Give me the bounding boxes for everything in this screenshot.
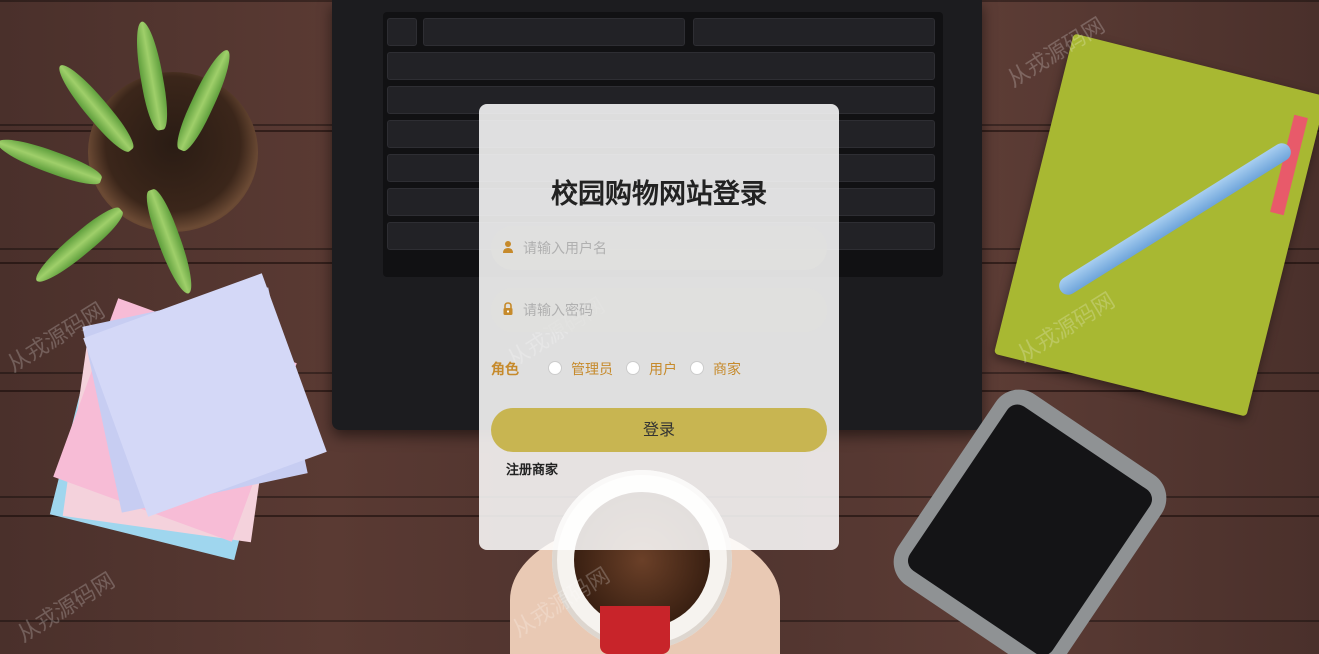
role-label-user[interactable]: 用户 xyxy=(649,359,677,379)
role-label: 角色 xyxy=(491,362,519,378)
key-shape xyxy=(387,18,417,46)
key-shape xyxy=(423,18,685,46)
login-title: 校园购物网站登录 xyxy=(551,179,767,210)
key-shape xyxy=(387,52,935,80)
lock-icon xyxy=(501,301,515,317)
role-radio-user[interactable] xyxy=(626,361,640,375)
username-field[interactable] xyxy=(491,226,827,272)
password-field[interactable] xyxy=(491,288,827,334)
phone-screen xyxy=(903,399,1157,654)
role-radio-merchant[interactable] xyxy=(690,361,704,375)
password-input[interactable] xyxy=(521,288,815,334)
login-button[interactable]: 登录 xyxy=(491,408,827,452)
register-merchant-link[interactable]: 注册商家 xyxy=(506,459,558,478)
coffee-cup-red-image xyxy=(600,606,670,654)
role-label-merchant[interactable]: 商家 xyxy=(713,359,741,379)
watermark-text: 从戎源码网 xyxy=(13,568,120,648)
role-label-admin[interactable]: 管理员 xyxy=(571,359,613,379)
role-selector: 角色 管理员 用户 商家 xyxy=(491,359,827,379)
role-radio-admin[interactable] xyxy=(548,361,562,375)
user-icon xyxy=(501,239,515,255)
login-page-background: 从戎源码网 从戎源码网 从戎源码网 从戎源码网 从戎源码网 从戎源码网 校园购物… xyxy=(0,0,1319,654)
key-shape xyxy=(693,18,935,46)
plant-leaf xyxy=(29,201,129,290)
login-card: 校园购物网站登录 角色 管理员 xyxy=(479,104,839,550)
username-input[interactable] xyxy=(521,226,815,272)
